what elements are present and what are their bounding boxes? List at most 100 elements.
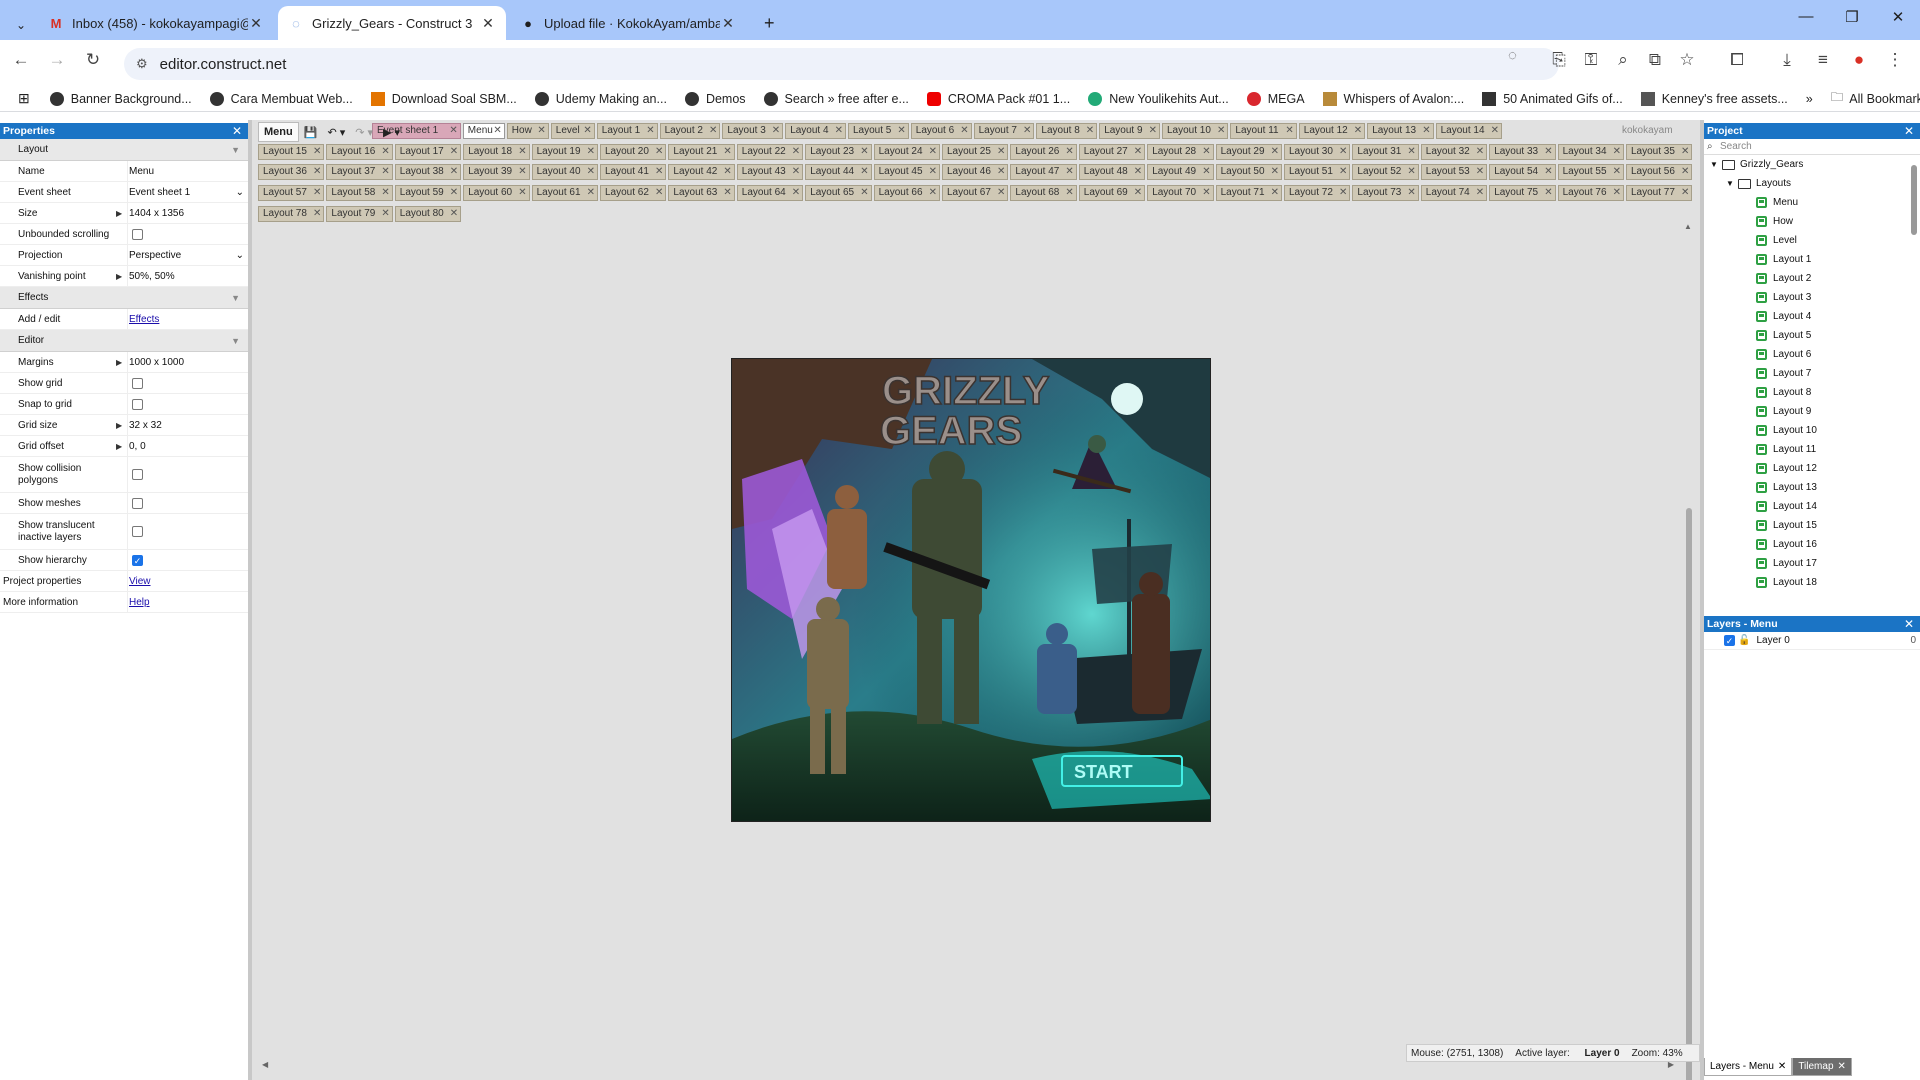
layout-tab[interactable]: Layout 12 ✕ bbox=[1298, 123, 1366, 139]
bookmark-item[interactable]: New Youlikehits Aut... bbox=[1088, 91, 1229, 106]
layout-tab[interactable]: Layout 28 ✕ bbox=[1147, 144, 1214, 160]
expand-icon[interactable]: ▶ bbox=[116, 272, 122, 281]
layout-tab[interactable]: Layout 38 ✕ bbox=[394, 164, 462, 180]
close-icon[interactable]: ✕ bbox=[1613, 165, 1621, 179]
close-icon[interactable]: ✕ bbox=[1217, 124, 1225, 138]
unbounded-scrolling-checkbox[interactable] bbox=[132, 228, 143, 240]
close-icon[interactable]: ✕ bbox=[1134, 165, 1142, 179]
forward-icon[interactable]: → bbox=[44, 50, 70, 70]
menu-kebab-icon[interactable]: ⋮ bbox=[1882, 50, 1908, 70]
layout-tab[interactable]: Layout 52 ✕ bbox=[1352, 164, 1419, 180]
close-icon[interactable]: ✕ bbox=[1613, 186, 1621, 200]
layout-tab[interactable]: Layout 36 ✕ bbox=[258, 164, 325, 180]
close-icon[interactable]: ✕ bbox=[1149, 124, 1157, 138]
close-icon[interactable]: ✕ bbox=[1339, 186, 1347, 200]
bookmark-item[interactable]: Search » free after e... bbox=[763, 91, 909, 106]
close-icon[interactable]: ✕ bbox=[897, 124, 905, 138]
close-icon[interactable]: ✕ bbox=[860, 186, 868, 200]
layout-tab[interactable]: Layout 51 ✕ bbox=[1284, 164, 1351, 180]
minimize-button[interactable]: — bbox=[1786, 8, 1826, 25]
tree-folder-layouts[interactable]: ▼ Layouts bbox=[1704, 174, 1920, 193]
tree-layout-item[interactable]: Layout 1 bbox=[1704, 250, 1920, 269]
close-icon[interactable]: ✕ bbox=[655, 145, 663, 159]
layout-tab[interactable]: Layout 57 ✕ bbox=[258, 185, 325, 201]
close-icon[interactable]: ✕ bbox=[450, 207, 458, 221]
close-icon[interactable]: ✕ bbox=[381, 186, 389, 200]
close-icon[interactable]: ✕ bbox=[381, 207, 389, 221]
apps-grid-icon[interactable]: ⊞ bbox=[18, 90, 30, 107]
close-icon[interactable]: ✕ bbox=[1476, 165, 1484, 179]
close-icon[interactable]: ✕ bbox=[723, 186, 731, 200]
close-icon[interactable]: ✕ bbox=[1065, 145, 1073, 159]
close-icon[interactable]: ✕ bbox=[1065, 165, 1073, 179]
tree-layout-item[interactable]: Layout 8 bbox=[1704, 383, 1920, 402]
close-icon[interactable]: ✕ bbox=[997, 165, 1005, 179]
layout-tab[interactable]: Layout 16 ✕ bbox=[326, 144, 393, 160]
more-bookmarks-button[interactable]: » bbox=[1806, 92, 1813, 106]
close-icon[interactable]: ✕ bbox=[655, 165, 663, 179]
close-icon[interactable]: ✕ bbox=[929, 145, 937, 159]
password-key-icon[interactable]: ⚿ bbox=[1578, 50, 1604, 70]
screen-share-icon[interactable]: ⎘ bbox=[1546, 50, 1572, 70]
layout-tab[interactable]: Layout 79 ✕ bbox=[326, 206, 393, 222]
show-translucent-checkbox[interactable] bbox=[132, 526, 143, 537]
layout-tab[interactable]: Layout 61 ✕ bbox=[531, 185, 598, 201]
media-control-icon[interactable]: ≡ bbox=[1810, 50, 1836, 70]
close-icon[interactable]: ✕ bbox=[655, 186, 663, 200]
close-icon[interactable]: ✕ bbox=[646, 124, 654, 138]
tree-layout-item[interactable]: Layout 18 bbox=[1704, 573, 1920, 592]
show-grid-checkbox[interactable] bbox=[132, 377, 143, 389]
layout-tab[interactable]: Layout 14 ✕ bbox=[1435, 123, 1502, 139]
tree-layout-item[interactable]: Layout 9 bbox=[1704, 402, 1920, 421]
tree-layout-item[interactable]: Layout 10 bbox=[1704, 421, 1920, 440]
close-icon[interactable]: ✕ bbox=[860, 145, 868, 159]
scroll-left-icon[interactable]: ◀ bbox=[262, 1060, 268, 1069]
close-icon[interactable]: ✕ bbox=[1681, 186, 1689, 200]
close-icon[interactable]: ✕ bbox=[313, 186, 321, 200]
close-icon[interactable]: ✕ bbox=[313, 145, 321, 159]
close-icon[interactable]: ✕ bbox=[1681, 165, 1689, 179]
close-icon[interactable]: ✕ bbox=[1271, 186, 1279, 200]
browser-tab-github[interactable]: ● Upload file · KokokAyam/amba ✕ bbox=[510, 6, 746, 40]
expand-icon[interactable]: ▶ bbox=[116, 442, 122, 451]
close-icon[interactable]: ✕ bbox=[929, 165, 937, 179]
close-icon[interactable]: ✕ bbox=[537, 124, 545, 138]
layout-tab[interactable]: Layout 33 ✕ bbox=[1489, 144, 1556, 160]
tree-layout-item[interactable]: Layout 12 bbox=[1704, 459, 1920, 478]
layout-tab[interactable]: Layout 32 ✕ bbox=[1420, 144, 1488, 160]
close-icon[interactable]: ✕ bbox=[449, 124, 457, 138]
tree-layout-item[interactable]: Layout 11 bbox=[1704, 440, 1920, 459]
close-icon[interactable]: ✕ bbox=[518, 186, 526, 200]
prop-project-properties[interactable]: Project properties View bbox=[0, 571, 248, 592]
layout-tab[interactable]: Layout 23 ✕ bbox=[805, 144, 872, 160]
main-menu-button[interactable]: Menu bbox=[258, 122, 299, 142]
close-icon[interactable]: ✕ bbox=[1904, 616, 1914, 632]
layout-tab[interactable]: Level ✕ bbox=[550, 123, 595, 139]
layout-tab[interactable]: Layout 66 ✕ bbox=[873, 185, 940, 201]
show-collision-checkbox[interactable] bbox=[132, 469, 143, 480]
tab-layers-menu[interactable]: Layers - Menu ✕ bbox=[1704, 1058, 1793, 1076]
zoom-icon[interactable]: ⌕ bbox=[1610, 50, 1636, 70]
tree-layout-item[interactable]: Layout 16 bbox=[1704, 535, 1920, 554]
layout-tab[interactable]: Layout 76 ✕ bbox=[1557, 185, 1624, 201]
collapse-icon[interactable]: ▼ bbox=[231, 139, 240, 161]
restore-button[interactable]: ❐ bbox=[1832, 8, 1872, 26]
tree-layout-item[interactable]: Layout 4 bbox=[1704, 307, 1920, 326]
close-icon[interactable]: ✕ bbox=[792, 145, 800, 159]
close-icon[interactable]: ✕ bbox=[1134, 186, 1142, 200]
close-icon[interactable]: ✕ bbox=[1339, 145, 1347, 159]
prop-show-translucent[interactable]: Show translucent inactive layers bbox=[0, 514, 248, 550]
show-meshes-checkbox[interactable] bbox=[132, 497, 143, 509]
close-icon[interactable]: ✕ bbox=[1544, 186, 1552, 200]
layer-visible-checkbox[interactable]: ✓ bbox=[1724, 635, 1735, 646]
layout-tab[interactable]: Layout 8 ✕ bbox=[1036, 123, 1098, 139]
layout-tab[interactable]: Layout 80 ✕ bbox=[394, 206, 462, 222]
lock-icon[interactable]: 🔓 bbox=[1738, 635, 1750, 646]
prop-name[interactable]: Name Menu bbox=[0, 161, 248, 182]
address-bar[interactable]: ⚙ editor.construct.net bbox=[124, 48, 1559, 80]
prop-add-edit[interactable]: Add / edit Effects bbox=[0, 309, 248, 330]
expand-icon[interactable]: ▶ bbox=[116, 421, 122, 430]
close-icon[interactable]: ✕ bbox=[1613, 145, 1621, 159]
prop-show-hierarchy[interactable]: Show hierarchy ✓ bbox=[0, 550, 248, 571]
bookmark-item[interactable]: Demos bbox=[684, 91, 746, 106]
